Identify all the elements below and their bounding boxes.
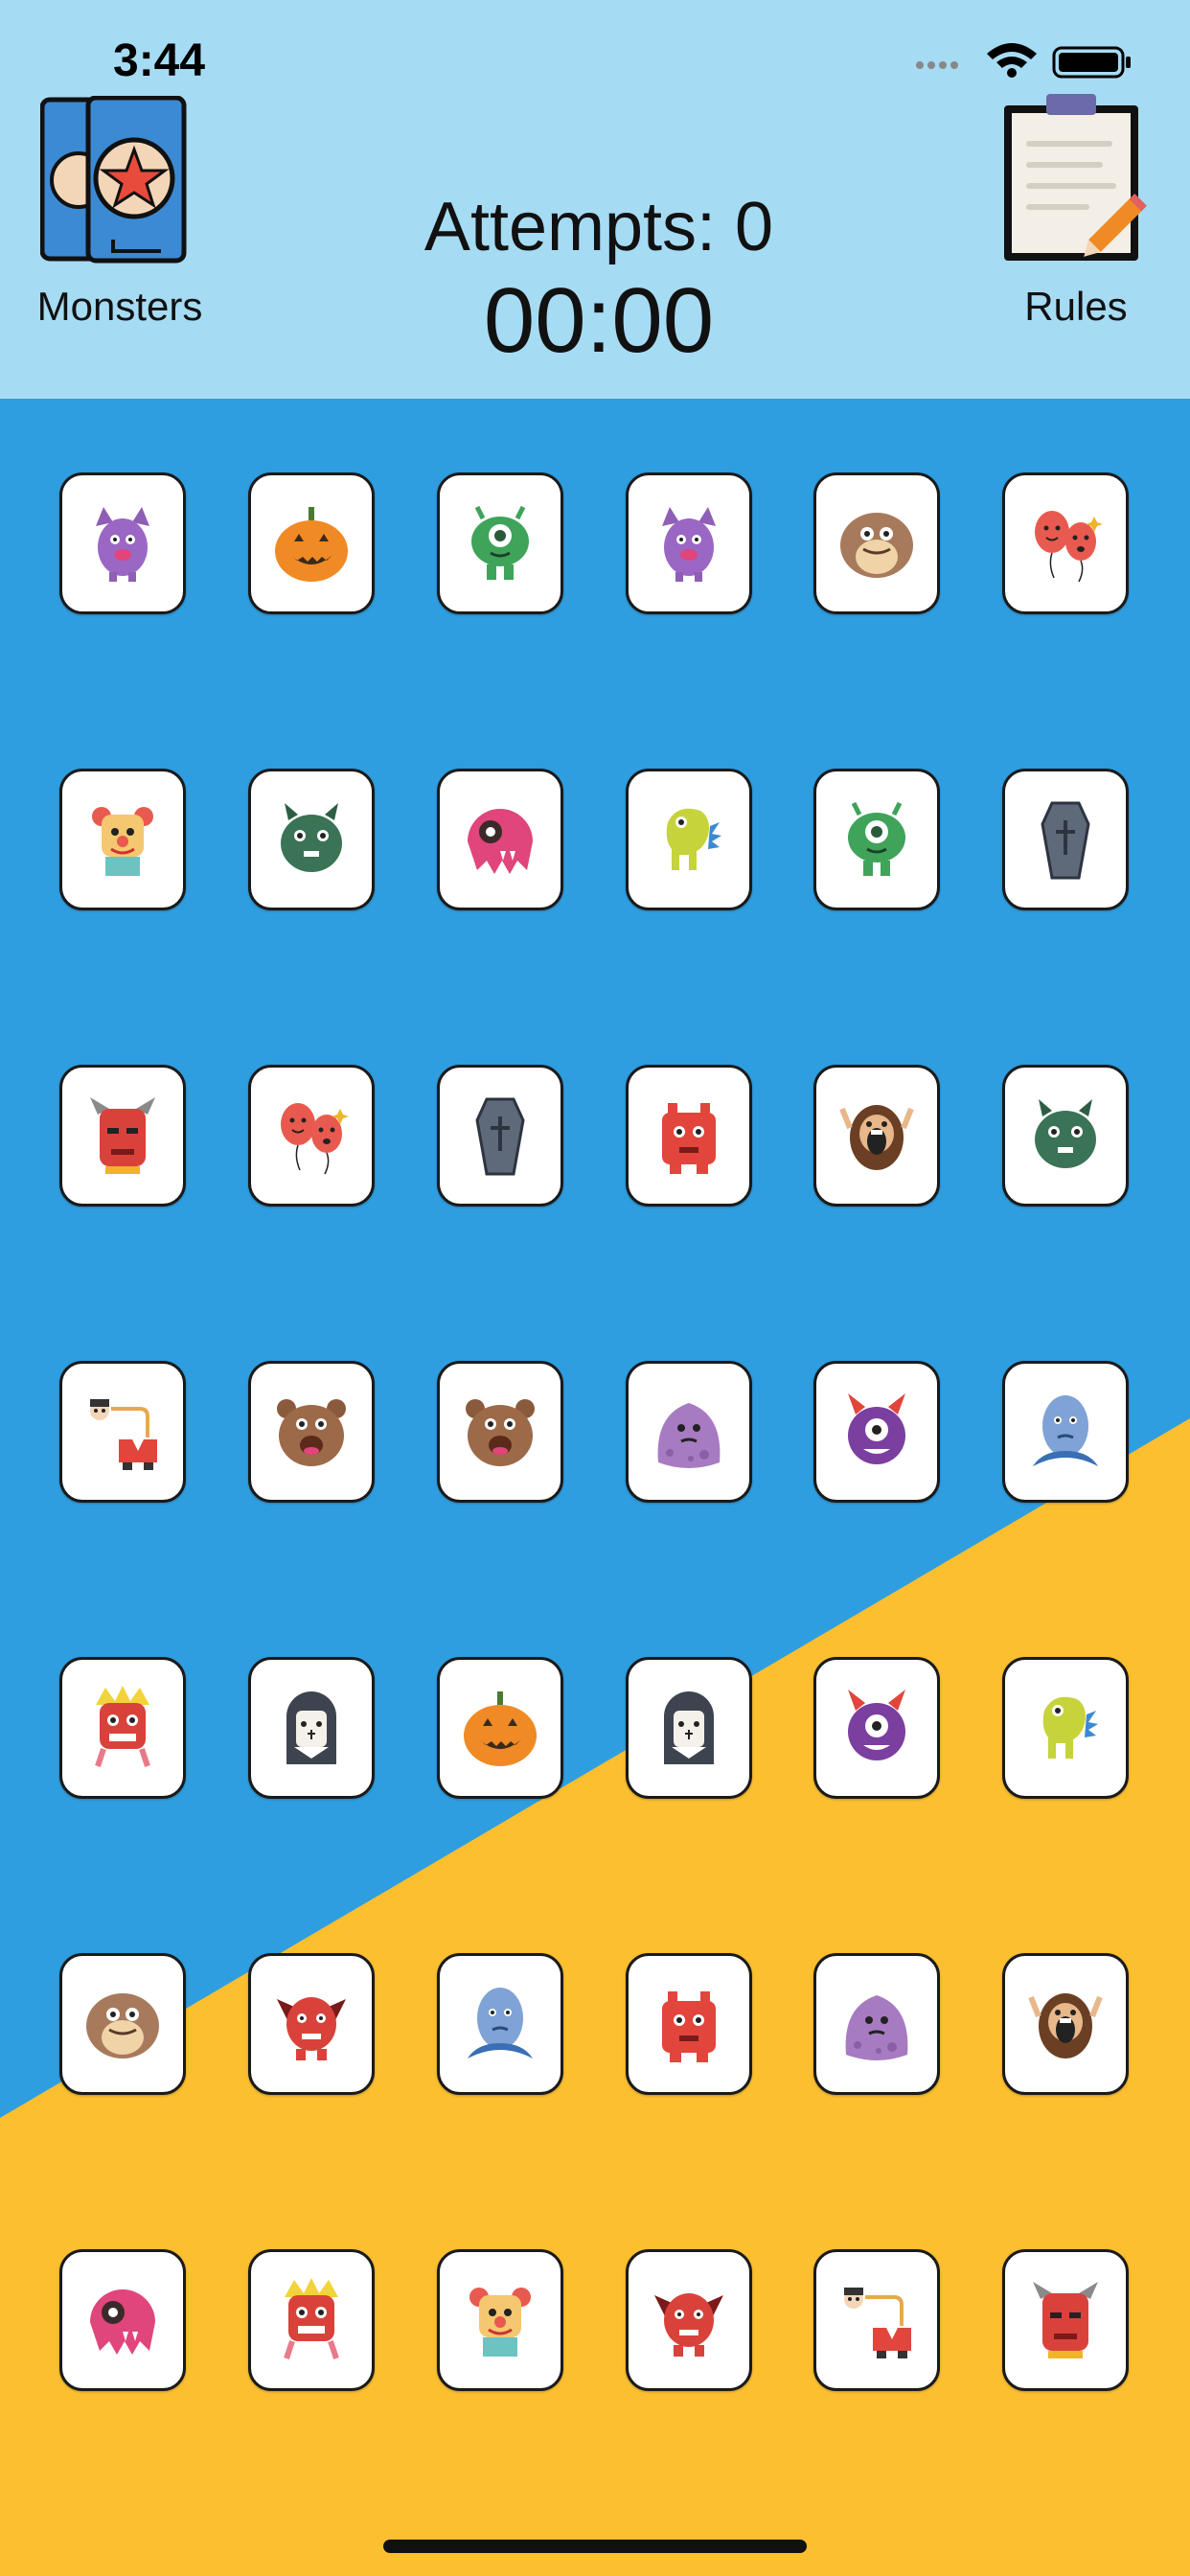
brown-bear-monster-icon xyxy=(466,1399,535,1466)
memory-card[interactable] xyxy=(1002,1065,1129,1207)
pumpkin-icon xyxy=(464,1691,537,1766)
memory-card[interactable] xyxy=(437,1657,563,1799)
memory-card[interactable] xyxy=(626,472,752,614)
purple-bat-monster-icon xyxy=(96,507,149,582)
purple-bat-monster-icon xyxy=(662,507,716,582)
memory-card[interactable] xyxy=(248,472,375,614)
green-horned-monster-icon xyxy=(1035,1099,1096,1168)
red-devil-mask-icon xyxy=(90,1097,155,1174)
memory-card[interactable] xyxy=(248,1361,375,1503)
memory-card[interactable] xyxy=(1002,1361,1129,1503)
brown-furry-monster-icon xyxy=(86,1993,159,2058)
red-square-monster-icon xyxy=(662,1103,716,1174)
green-cyclops-icon xyxy=(471,505,529,580)
clown-icon xyxy=(469,2288,531,2357)
vampire-icon xyxy=(664,1691,714,1764)
screaming-caveman-icon xyxy=(839,1105,914,1170)
memory-card[interactable] xyxy=(59,472,186,614)
lilac-blob-icon xyxy=(845,1995,908,2060)
blue-ghost-icon xyxy=(468,1988,533,2058)
memory-card[interactable] xyxy=(59,1361,186,1503)
pink-one-eye-blob-icon xyxy=(468,809,533,874)
purple-horned-cyclops-icon xyxy=(848,1393,905,1464)
puppet-on-string-icon xyxy=(844,2288,911,2358)
memory-card[interactable] xyxy=(626,1361,752,1503)
memory-card[interactable] xyxy=(248,1953,375,2095)
puppet-on-string-icon xyxy=(90,1399,157,1470)
vampire-icon xyxy=(286,1691,336,1764)
memory-card[interactable] xyxy=(59,2249,186,2391)
red-square-monster-icon xyxy=(662,1991,716,2062)
balloon-faces-icon xyxy=(1035,511,1103,583)
memory-card[interactable] xyxy=(626,769,752,910)
red-winged-demon-icon xyxy=(277,1997,346,2060)
memory-card[interactable] xyxy=(813,2249,940,2391)
pumpkin-icon xyxy=(275,507,348,582)
red-devil-mask-icon xyxy=(1033,2282,1098,2358)
memory-card[interactable] xyxy=(1002,1953,1129,2095)
green-cyclops-icon xyxy=(848,801,905,876)
memory-card[interactable] xyxy=(59,769,186,910)
memory-card[interactable] xyxy=(248,1065,375,1207)
memory-card[interactable] xyxy=(626,1657,752,1799)
memory-card[interactable] xyxy=(813,1953,940,2095)
memory-card[interactable] xyxy=(437,1065,563,1207)
clown-icon xyxy=(92,807,153,876)
memory-card[interactable] xyxy=(813,1657,940,1799)
green-horned-monster-icon xyxy=(281,803,342,872)
yellow-dino-icon xyxy=(1042,1696,1098,1759)
memory-card[interactable] xyxy=(437,1361,563,1503)
memory-card[interactable] xyxy=(813,1065,940,1207)
memory-card[interactable] xyxy=(1002,769,1129,910)
yellow-dino-icon xyxy=(666,808,721,870)
memory-card[interactable] xyxy=(437,1953,563,2095)
memory-card[interactable] xyxy=(437,472,563,614)
memory-card[interactable] xyxy=(813,472,940,614)
blue-ghost-icon xyxy=(1033,1395,1098,1466)
brown-furry-monster-icon xyxy=(840,513,913,578)
pink-one-eye-blob-icon xyxy=(90,2289,155,2355)
memory-card[interactable] xyxy=(437,2249,563,2391)
memory-card[interactable] xyxy=(813,769,940,910)
memory-card[interactable] xyxy=(248,769,375,910)
memory-card[interactable] xyxy=(248,2249,375,2391)
brown-bear-monster-icon xyxy=(277,1399,346,1466)
coffin-icon xyxy=(1041,801,1090,880)
memory-card[interactable] xyxy=(1002,1657,1129,1799)
purple-horned-cyclops-icon xyxy=(848,1690,905,1760)
memory-card[interactable] xyxy=(59,1953,186,2095)
home-indicator[interactable] xyxy=(383,2540,807,2553)
memory-card[interactable] xyxy=(59,1065,186,1207)
lilac-blob-icon xyxy=(657,1403,721,1468)
memory-card[interactable] xyxy=(248,1657,375,1799)
red-tiki-icon xyxy=(284,2278,339,2359)
memory-card[interactable] xyxy=(813,1361,940,1503)
memory-card[interactable] xyxy=(437,769,563,910)
card-grid xyxy=(0,0,1190,2576)
memory-card[interactable] xyxy=(626,1953,752,2095)
coffin-icon xyxy=(475,1097,525,1176)
screaming-caveman-icon xyxy=(1028,1993,1103,2058)
red-winged-demon-icon xyxy=(654,2293,723,2357)
memory-card[interactable] xyxy=(1002,2249,1129,2391)
memory-card[interactable] xyxy=(626,1065,752,1207)
memory-card[interactable] xyxy=(626,2249,752,2391)
memory-card[interactable] xyxy=(1002,472,1129,614)
memory-card[interactable] xyxy=(59,1657,186,1799)
balloon-faces-icon xyxy=(281,1103,349,1175)
red-tiki-icon xyxy=(95,1686,150,1767)
